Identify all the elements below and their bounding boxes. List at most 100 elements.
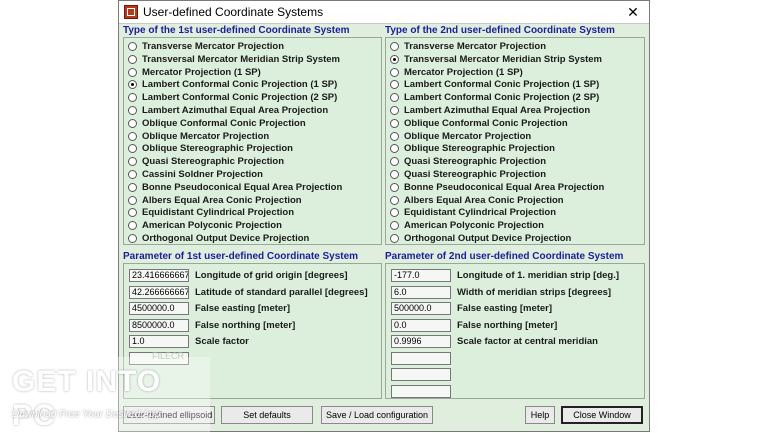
- radio-button-icon[interactable]: [390, 118, 399, 128]
- radio-button-icon[interactable]: [128, 42, 137, 51]
- param-1-value-field[interactable]: 4500000.0: [129, 302, 189, 315]
- type-2-option[interactable]: Transversal Mercator Meridian Strip Syst…: [390, 53, 602, 66]
- radio-button-icon[interactable]: [390, 157, 399, 167]
- radio-button-icon[interactable]: [128, 93, 137, 103]
- param-1-value-field[interactable]: 42.266666667: [129, 285, 189, 299]
- radio-button-icon[interactable]: [128, 234, 137, 243]
- type-2-option[interactable]: Mercator Projection (1 SP): [390, 66, 523, 79]
- radio-button-icon[interactable]: [128, 208, 137, 218]
- radio-button-icon[interactable]: [128, 144, 137, 154]
- type-2-option[interactable]: Transverse Mercator Projection: [390, 40, 546, 53]
- type-1-option[interactable]: Cassini Soldner Projection: [128, 168, 263, 181]
- radio-button-icon[interactable]: [128, 106, 137, 115]
- type-2-option[interactable]: Oblique Mercator Projection: [390, 130, 531, 143]
- param-1-row: 1.0 Scale factor: [129, 334, 249, 349]
- type-2-option[interactable]: Lambert Conformal Conic Projection (2 SP…: [390, 91, 599, 104]
- param-2-empty-row: [391, 384, 451, 399]
- radio-button-icon[interactable]: [390, 54, 399, 64]
- type-1-option[interactable]: Oblique Conformal Conic Projection: [128, 117, 306, 130]
- param-panel-1-title: Parameter of 1st user-defined Coordinate…: [123, 251, 359, 262]
- type-2-option[interactable]: Lambert Azimuthal Equal Area Projection: [390, 104, 590, 117]
- radio-button-icon[interactable]: [128, 170, 137, 179]
- radio-button-icon[interactable]: [390, 131, 399, 141]
- type-panel-1-options: Transverse Mercator Projection Transversa…: [123, 37, 382, 245]
- type-2-option[interactable]: Orthogonal Output Device Projection: [390, 232, 571, 245]
- radio-button-icon[interactable]: [128, 118, 137, 128]
- radio-button-icon[interactable]: [390, 234, 399, 243]
- radio-button-icon[interactable]: [390, 93, 399, 103]
- radio-button-icon[interactable]: [128, 131, 137, 141]
- param-2-empty-field[interactable]: [391, 384, 451, 398]
- param-1-value-field[interactable]: 1.0: [129, 335, 189, 348]
- param-1-value-field[interactable]: 8500000.0: [129, 318, 189, 332]
- type-1-option[interactable]: Albers Equal Area Conic Projection: [128, 194, 302, 207]
- type-1-option[interactable]: Oblique Stereographic Projection: [128, 142, 293, 155]
- type-2-option[interactable]: Equidistant Cylindrical Projection: [390, 206, 556, 219]
- type-2-option[interactable]: Oblique Stereographic Projection: [390, 142, 555, 155]
- radio-button-icon[interactable]: [390, 67, 399, 77]
- param-2-row: 0.9996 Scale factor at central meridian: [391, 334, 598, 349]
- radio-button-icon[interactable]: [128, 157, 137, 167]
- type-1-option[interactable]: Lambert Azimuthal Equal Area Projection: [128, 104, 328, 117]
- type-1-option[interactable]: Orthogonal Output Device Projection: [128, 232, 309, 245]
- radio-button-icon[interactable]: [128, 54, 137, 64]
- type-1-option[interactable]: Quasi Stereographic Projection: [128, 155, 284, 168]
- param-2-value-field[interactable]: 6.0: [391, 285, 451, 299]
- param-1-row: 8500000.0 False northing [meter]: [129, 318, 295, 333]
- param-1-label: False northing [meter]: [195, 319, 296, 331]
- radio-button-icon[interactable]: [128, 221, 137, 231]
- radio-button-icon[interactable]: [390, 144, 399, 154]
- type-2-option[interactable]: Lambert Conformal Conic Projection (1 SP…: [390, 78, 599, 91]
- type-2-option-label: Lambert Conformal Conic Projection (1 SP…: [404, 79, 600, 91]
- radio-button-icon[interactable]: [390, 195, 399, 205]
- radio-button-icon[interactable]: [128, 67, 137, 77]
- type-2-option[interactable]: Quasi Stereographic Projection: [390, 168, 546, 181]
- param-2-value-field[interactable]: 0.0: [391, 318, 451, 332]
- type-1-option[interactable]: Bonne Pseudoconical Equal Area Projectio…: [128, 181, 342, 194]
- type-1-option[interactable]: Lambert Conformal Conic Projection (1 SP…: [128, 78, 337, 91]
- type-panel-2-title: Type of the 2nd user-defined Coordinate …: [385, 25, 615, 36]
- type-2-option[interactable]: Bonne Pseudoconical Equal Area Projectio…: [390, 181, 604, 194]
- type-2-option-label: Oblique Conformal Conic Projection: [404, 117, 568, 129]
- type-1-option[interactable]: American Polyconic Projection: [128, 219, 282, 232]
- close-window-button[interactable]: Close Window: [561, 406, 643, 424]
- radio-button-icon[interactable]: [390, 208, 399, 218]
- radio-button-icon[interactable]: [390, 170, 399, 179]
- type-1-option-label: Quasi Stereographic Projection: [142, 156, 285, 168]
- radio-button-icon[interactable]: [128, 195, 137, 205]
- type-1-option[interactable]: Transversal Mercator Meridian Strip Syst…: [128, 53, 340, 66]
- radio-button-icon[interactable]: [128, 182, 137, 192]
- type-1-option[interactable]: Transverse Mercator Projection: [128, 40, 284, 53]
- save-load-configuration-button[interactable]: Save / Load configuration: [321, 406, 433, 424]
- close-icon[interactable]: ✕: [621, 3, 645, 21]
- window-title: User-defined Coordinate Systems: [143, 5, 324, 19]
- radio-button-icon[interactable]: [390, 80, 399, 90]
- type-2-option[interactable]: Oblique Conformal Conic Projection: [390, 117, 568, 130]
- type-1-option-label: Mercator Projection (1 SP): [142, 66, 261, 78]
- param-2-value-field[interactable]: 500000.0: [391, 302, 451, 315]
- radio-button-icon[interactable]: [390, 221, 399, 231]
- param-2-empty-field[interactable]: [391, 368, 451, 381]
- param-2-row: 500000.0 False easting [meter]: [391, 301, 552, 316]
- radio-button-icon[interactable]: [390, 182, 399, 192]
- radio-button-icon[interactable]: [390, 106, 399, 115]
- type-1-option[interactable]: Oblique Mercator Projection: [128, 130, 269, 143]
- type-1-option[interactable]: Equidistant Cylindrical Projection: [128, 206, 294, 219]
- type-2-option-label: Quasi Stereographic Projection: [404, 169, 547, 180]
- param-2-value-field[interactable]: 0.9996: [391, 335, 451, 348]
- help-button[interactable]: Help: [525, 406, 555, 424]
- param-2-value-field[interactable]: -177.0: [391, 269, 451, 282]
- param-2-empty-field[interactable]: [391, 351, 451, 365]
- type-2-option[interactable]: American Polyconic Projection: [390, 219, 544, 232]
- app-icon: [124, 5, 138, 19]
- radio-button-icon[interactable]: [390, 42, 399, 51]
- param-1-value-field[interactable]: 23.416666667: [129, 269, 189, 282]
- type-2-option-label: Orthogonal Output Device Projection: [404, 233, 572, 244]
- type-1-option[interactable]: Lambert Conformal Conic Projection (2 SP…: [128, 91, 337, 104]
- type-2-option[interactable]: Quasi Stereographic Projection: [390, 155, 546, 168]
- set-defaults-button[interactable]: Set defaults: [221, 406, 313, 424]
- type-2-option[interactable]: Albers Equal Area Conic Projection: [390, 194, 564, 207]
- radio-button-icon[interactable]: [128, 80, 137, 90]
- type-1-option[interactable]: Mercator Projection (1 SP): [128, 66, 261, 79]
- type-1-option-label: Lambert Azimuthal Equal Area Projection: [142, 105, 329, 116]
